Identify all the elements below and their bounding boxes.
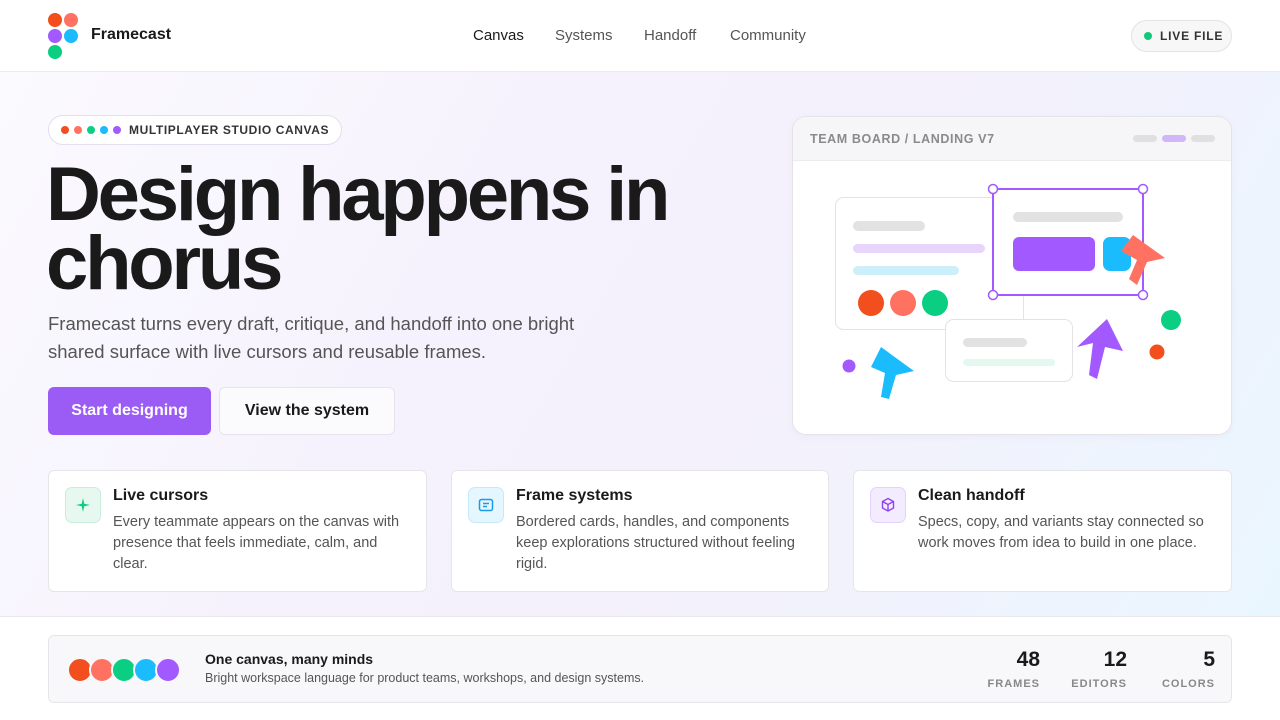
frame-icon — [468, 487, 504, 523]
board-title: TEAM BOARD / LANDING V7 — [810, 132, 995, 146]
board-window-controls — [1133, 135, 1215, 142]
hero-section: MULTIPLAYER STUDIO CANVAS Design happens… — [0, 72, 1280, 617]
nav-link-community[interactable]: Community — [730, 27, 806, 44]
feature-card-frame-systems[interactable]: Frame systems Bordered cards, handles, a… — [451, 470, 829, 592]
wireframe-card-bottom — [945, 319, 1073, 382]
avatar — [155, 657, 181, 683]
red-dot-icon — [1149, 344, 1165, 360]
eyebrow-label: MULTIPLAYER STUDIO CANVAS — [129, 123, 330, 137]
nav-link-systems[interactable]: Systems — [555, 27, 613, 44]
sparkle-icon — [65, 487, 101, 523]
green-dot-icon — [1161, 310, 1181, 330]
editor-avatars[interactable] — [67, 657, 187, 683]
feature-title: Live cursors — [113, 487, 209, 504]
color-dots-icon — [61, 126, 121, 134]
feature-body: Specs, copy, and variants stay connected… — [918, 514, 1204, 551]
hero-subhead: Framecast turns every draft, critique, a… — [48, 313, 575, 362]
canvas-illustration — [835, 183, 1181, 399]
stat-editors: 12 EDITORS — [1071, 648, 1127, 690]
selected-frame — [987, 183, 1149, 301]
package-icon — [870, 487, 906, 523]
stat-value: 12 — [1103, 648, 1127, 671]
live-file-label: LIVE FILE — [1160, 29, 1224, 43]
top-nav-bar: Framecast Canvas Systems Handoff Communi… — [0, 0, 1280, 72]
feature-body: Every teammate appears on the canvas wit… — [113, 514, 400, 572]
view-system-button[interactable]: View the system — [219, 387, 395, 435]
blue-cursor-icon — [871, 347, 914, 399]
feature-title: Frame systems — [516, 487, 633, 504]
summary-subtitle: Bright workspace language for product te… — [205, 671, 645, 685]
stat-value: 5 — [1203, 648, 1215, 671]
eyebrow-badge: MULTIPLAYER STUDIO CANVAS — [48, 115, 343, 145]
hero-headline: Design happens in chorus — [46, 157, 746, 302]
stat-label: FRAMES — [987, 678, 1040, 690]
stat-label: COLORS — [1161, 678, 1215, 690]
board-header: TEAM BOARD / LANDING V7 — [793, 117, 1231, 161]
stat-frames: 48 FRAMES — [988, 648, 1040, 690]
live-status-dot-icon — [1144, 32, 1152, 40]
feature-card-live-cursors[interactable]: Live cursors Every teammate appears on t… — [48, 470, 427, 592]
nav-link-handoff[interactable]: Handoff — [644, 27, 696, 44]
team-board-preview[interactable]: TEAM BOARD / LANDING V7 — [792, 116, 1232, 435]
feature-body: Bordered cards, handles, and components … — [516, 514, 795, 572]
stat-value: 48 — [1016, 648, 1040, 671]
start-designing-button[interactable]: Start designing — [48, 387, 211, 435]
feature-card-clean-handoff[interactable]: Clean handoff Specs, copy, and variants … — [853, 470, 1232, 592]
main-nav: Canvas Systems Handoff Community — [0, 27, 1280, 47]
headline-line-2: chorus — [46, 221, 283, 306]
live-file-badge[interactable]: LIVE FILE — [1131, 20, 1232, 52]
nav-link-canvas[interactable]: Canvas — [473, 27, 524, 44]
stat-label: EDITORS — [1071, 678, 1127, 690]
summary-title: One canvas, many minds — [205, 651, 374, 667]
purple-cursor-icon — [1077, 319, 1123, 379]
purple-dot-icon — [842, 359, 856, 373]
summary-bar: One canvas, many minds Bright workspace … — [48, 635, 1232, 703]
feature-title: Clean handoff — [918, 487, 1025, 504]
stat-colors: 5 COLORS — [1162, 648, 1215, 690]
